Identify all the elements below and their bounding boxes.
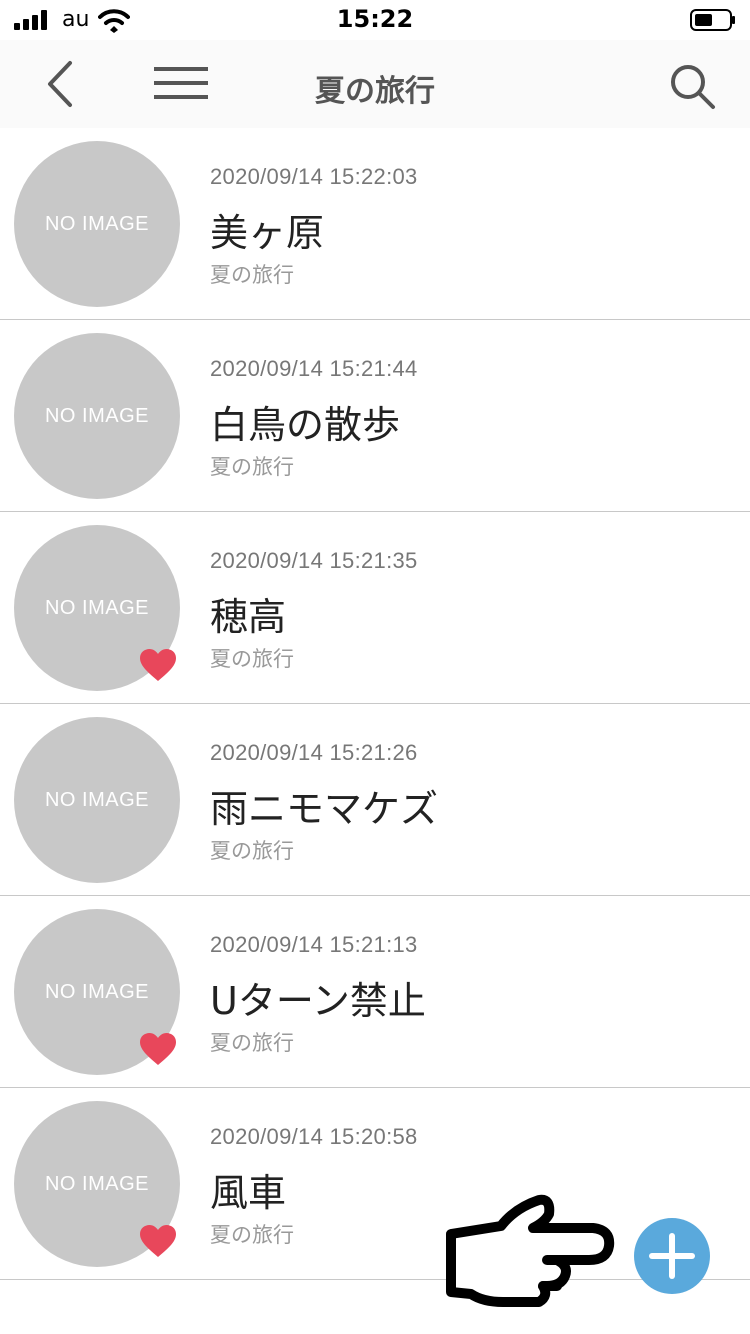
no-image-label: NO IMAGE	[44, 212, 149, 235]
status-bar: au 15:22	[0, 0, 750, 40]
favorite-heart-icon	[140, 1225, 176, 1257]
note-folder: 夏の旅行	[210, 455, 294, 479]
note-list-item[interactable]: NO IMAGE 2020/09/14 15:21:35 穂高 夏の旅行	[0, 512, 750, 704]
no-image-label: NO IMAGE	[44, 980, 149, 1003]
note-title: 穂高	[210, 595, 287, 639]
no-image-label: NO IMAGE	[44, 404, 149, 427]
favorite-heart-icon	[140, 1033, 176, 1065]
favorite-heart-icon	[140, 649, 176, 681]
app-screen: au 15:22 夏の旅行 NO IMAGE 2020/09/14 15:22:…	[0, 0, 750, 1334]
page-title: 夏の旅行	[315, 74, 435, 109]
no-image-label: NO IMAGE	[44, 596, 149, 619]
no-image-label: NO IMAGE	[44, 1172, 149, 1195]
add-note-button[interactable]	[634, 1218, 710, 1294]
battery-icon	[690, 9, 735, 31]
note-date: 2020/09/14 15:21:44	[210, 356, 418, 381]
note-date: 2020/09/14 15:21:13	[210, 932, 418, 957]
note-list-item[interactable]: NO IMAGE 2020/09/14 15:21:26 雨ニモマケズ 夏の旅行	[0, 704, 750, 896]
note-thumbnail: NO IMAGE	[14, 717, 180, 883]
note-title: 美ヶ原	[210, 211, 325, 255]
note-title: 雨ニモマケズ	[210, 787, 439, 831]
note-date: 2020/09/14 15:22:03	[210, 164, 418, 189]
note-list-item[interactable]: NO IMAGE 2020/09/14 15:21:44 白鳥の散歩 夏の旅行	[0, 320, 750, 512]
no-image-label: NO IMAGE	[44, 788, 149, 811]
note-list-item[interactable]: NO IMAGE 2020/09/14 15:22:03 美ヶ原 夏の旅行	[0, 128, 750, 320]
note-thumbnail: NO IMAGE	[14, 333, 180, 499]
note-date: 2020/09/14 15:21:35	[210, 548, 418, 573]
note-date: 2020/09/14 15:20:58	[210, 1124, 418, 1149]
note-date: 2020/09/14 15:21:26	[210, 740, 418, 765]
pointing-hand-icon	[446, 1194, 615, 1307]
note-title: Uターン禁止	[210, 979, 426, 1023]
note-thumbnail: NO IMAGE	[14, 141, 180, 307]
status-time: 15:22	[336, 5, 414, 33]
note-title: 風車	[210, 1171, 287, 1215]
note-folder: 夏の旅行	[210, 647, 294, 671]
note-folder: 夏の旅行	[210, 263, 294, 287]
note-list: NO IMAGE 2020/09/14 15:22:03 美ヶ原 夏の旅行 NO…	[0, 128, 750, 1280]
note-title: 白鳥の散歩	[210, 403, 401, 447]
plus-icon	[649, 1233, 695, 1279]
navigation-bar: 夏の旅行	[0, 40, 750, 128]
note-list-item[interactable]: NO IMAGE 2020/09/14 15:21:13 Uターン禁止 夏の旅行	[0, 896, 750, 1088]
search-icon[interactable]	[668, 62, 718, 110]
note-folder: 夏の旅行	[210, 1031, 294, 1055]
note-folder: 夏の旅行	[210, 839, 294, 863]
note-folder: 夏の旅行	[210, 1223, 294, 1247]
